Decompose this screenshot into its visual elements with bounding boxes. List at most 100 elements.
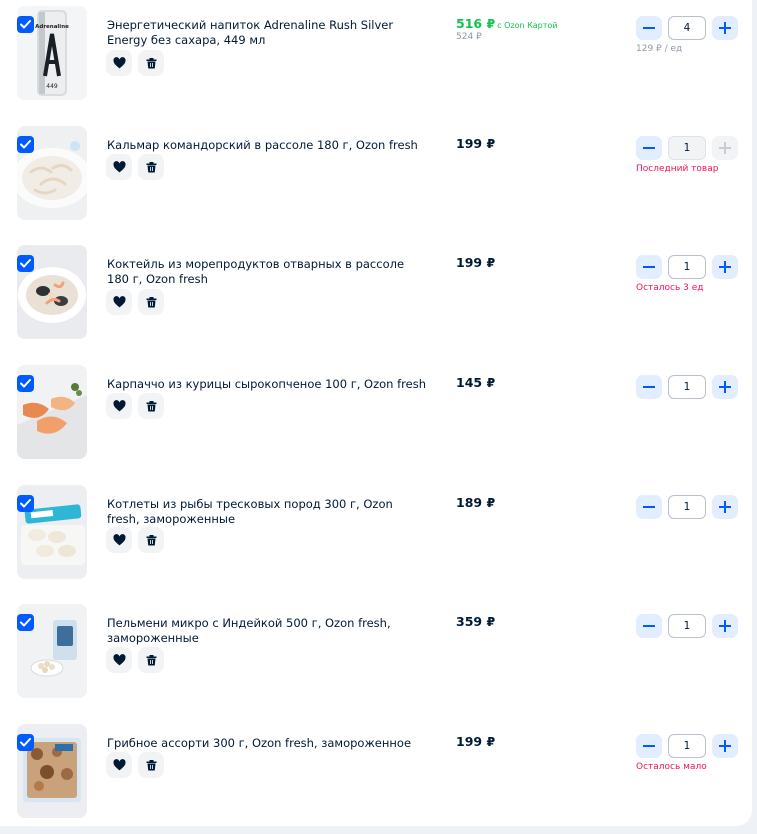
quantity-input[interactable]: 1 xyxy=(668,136,706,160)
can-volume-text: 449 xyxy=(46,83,58,90)
trash-icon xyxy=(146,162,156,173)
quantity-input[interactable]: 1 xyxy=(668,495,706,519)
quantity-stepper: 1 xyxy=(636,734,738,758)
increase-quantity-button[interactable] xyxy=(712,375,738,399)
favorite-button[interactable] xyxy=(106,154,132,180)
delete-button[interactable] xyxy=(138,527,164,553)
favorite-button[interactable] xyxy=(106,50,132,76)
cart-item: Кальмар командорский в рассоле 180 г, Oz… xyxy=(0,126,752,236)
plus-icon xyxy=(719,381,731,393)
quantity-input[interactable]: 1 xyxy=(668,375,706,399)
trash-icon xyxy=(146,535,156,546)
plus-icon xyxy=(719,22,731,34)
quantity-input[interactable]: 4 xyxy=(668,16,706,40)
item-actions xyxy=(106,752,164,778)
minus-icon xyxy=(643,147,655,149)
quantity-stepper: 1 xyxy=(636,495,738,519)
cart-item: Карпаччо из курицы сырокопченое 100 г, O… xyxy=(0,365,752,475)
quantity-input[interactable]: 1 xyxy=(668,255,706,279)
delete-button[interactable] xyxy=(138,50,164,76)
item-title[interactable]: Грибное ассорти 300 г, Ozon fresh, замор… xyxy=(107,736,427,751)
delete-button[interactable] xyxy=(138,393,164,419)
decrease-quantity-button[interactable] xyxy=(636,136,662,160)
favorite-button[interactable] xyxy=(106,647,132,673)
quantity-input[interactable]: 1 xyxy=(668,614,706,638)
old-price: 524 ₽ xyxy=(456,32,482,42)
item-actions xyxy=(106,50,164,76)
heart-icon xyxy=(112,654,126,666)
delete-button[interactable] xyxy=(138,647,164,673)
item-title[interactable]: Кальмар командорский в рассоле 180 г, Oz… xyxy=(107,138,427,153)
minus-icon xyxy=(643,27,655,29)
item-title[interactable]: Коктейль из морепродуктов отварных в рас… xyxy=(107,257,427,287)
select-checkbox[interactable] xyxy=(17,614,34,631)
item-actions xyxy=(106,289,164,315)
item-price: 359 ₽ xyxy=(456,614,495,629)
quantity-stepper: 1 xyxy=(636,614,738,638)
trash-icon xyxy=(146,401,156,412)
ozon-card-tag: с Ozon Картой xyxy=(497,21,558,30)
increase-quantity-button[interactable] xyxy=(712,16,738,40)
plus-icon xyxy=(719,261,731,273)
price-value: 199 ₽ xyxy=(456,136,496,151)
cart-item: Котлеты из рыбы тресковых пород 300 г, O… xyxy=(0,485,752,595)
item-title[interactable]: Пельмени микро с Индейкой 500 г, Ozon fr… xyxy=(107,616,427,646)
trash-icon xyxy=(146,297,156,308)
decrease-quantity-button[interactable] xyxy=(636,16,662,40)
price-value: 359 ₽ xyxy=(456,614,496,629)
heart-icon xyxy=(112,400,126,412)
item-title[interactable]: Котлеты из рыбы тресковых пород 300 г, O… xyxy=(107,497,427,527)
decrease-quantity-button[interactable] xyxy=(636,495,662,519)
item-actions xyxy=(106,154,164,180)
decrease-quantity-button[interactable] xyxy=(636,375,662,399)
cart-item: Грибное ассорти 300 г, Ozon fresh, замор… xyxy=(0,724,752,834)
decrease-quantity-button[interactable] xyxy=(636,614,662,638)
increase-quantity-button[interactable] xyxy=(712,734,738,758)
increase-quantity-button[interactable] xyxy=(712,495,738,519)
select-checkbox[interactable] xyxy=(17,16,34,33)
price-value: 189 ₽ xyxy=(456,495,496,510)
can-brand-text: Adrenaline xyxy=(35,24,69,30)
select-checkbox[interactable] xyxy=(17,734,34,751)
heart-icon xyxy=(112,296,126,308)
item-title[interactable]: Энергетический напиток Adrenaline Rush S… xyxy=(107,18,427,48)
select-checkbox[interactable] xyxy=(17,136,34,153)
decrease-quantity-button[interactable] xyxy=(636,255,662,279)
plus-icon xyxy=(719,620,731,632)
item-price: 189 ₽ xyxy=(456,495,495,510)
delete-button[interactable] xyxy=(138,154,164,180)
delete-button[interactable] xyxy=(138,752,164,778)
quantity-stepper: 1 xyxy=(636,255,738,279)
unit-price: 129 ₽ / ед xyxy=(636,44,683,54)
minus-icon xyxy=(643,386,655,388)
decrease-quantity-button[interactable] xyxy=(636,734,662,758)
heart-icon xyxy=(112,161,126,173)
trash-icon xyxy=(146,58,156,69)
minus-icon xyxy=(643,625,655,627)
select-checkbox[interactable] xyxy=(17,495,34,512)
item-title[interactable]: Карпаччо из курицы сырокопченое 100 г, O… xyxy=(107,377,427,392)
trash-icon xyxy=(146,655,156,666)
item-price: 199 ₽ xyxy=(456,136,495,151)
item-actions xyxy=(106,527,164,553)
favorite-button[interactable] xyxy=(106,393,132,419)
select-checkbox[interactable] xyxy=(17,375,34,392)
increase-quantity-button[interactable] xyxy=(712,255,738,279)
stock-note: Осталось мало xyxy=(636,762,707,772)
price-value: 145 ₽ xyxy=(456,375,496,390)
minus-icon xyxy=(643,266,655,268)
price-value: 516 ₽ xyxy=(456,16,496,31)
delete-button[interactable] xyxy=(138,289,164,315)
select-checkbox[interactable] xyxy=(17,255,34,272)
plus-icon xyxy=(719,142,731,154)
stock-note: Последний товар xyxy=(636,164,719,174)
increase-quantity-button[interactable] xyxy=(712,614,738,638)
item-price: 199 ₽ xyxy=(456,734,495,749)
favorite-button[interactable] xyxy=(106,289,132,315)
favorite-button[interactable] xyxy=(106,752,132,778)
favorite-button[interactable] xyxy=(106,527,132,553)
item-price: 199 ₽ xyxy=(456,255,495,270)
quantity-stepper: 1 xyxy=(636,375,738,399)
quantity-input[interactable]: 1 xyxy=(668,734,706,758)
cart-item: Коктейль из морепродуктов отварных в рас… xyxy=(0,245,752,355)
